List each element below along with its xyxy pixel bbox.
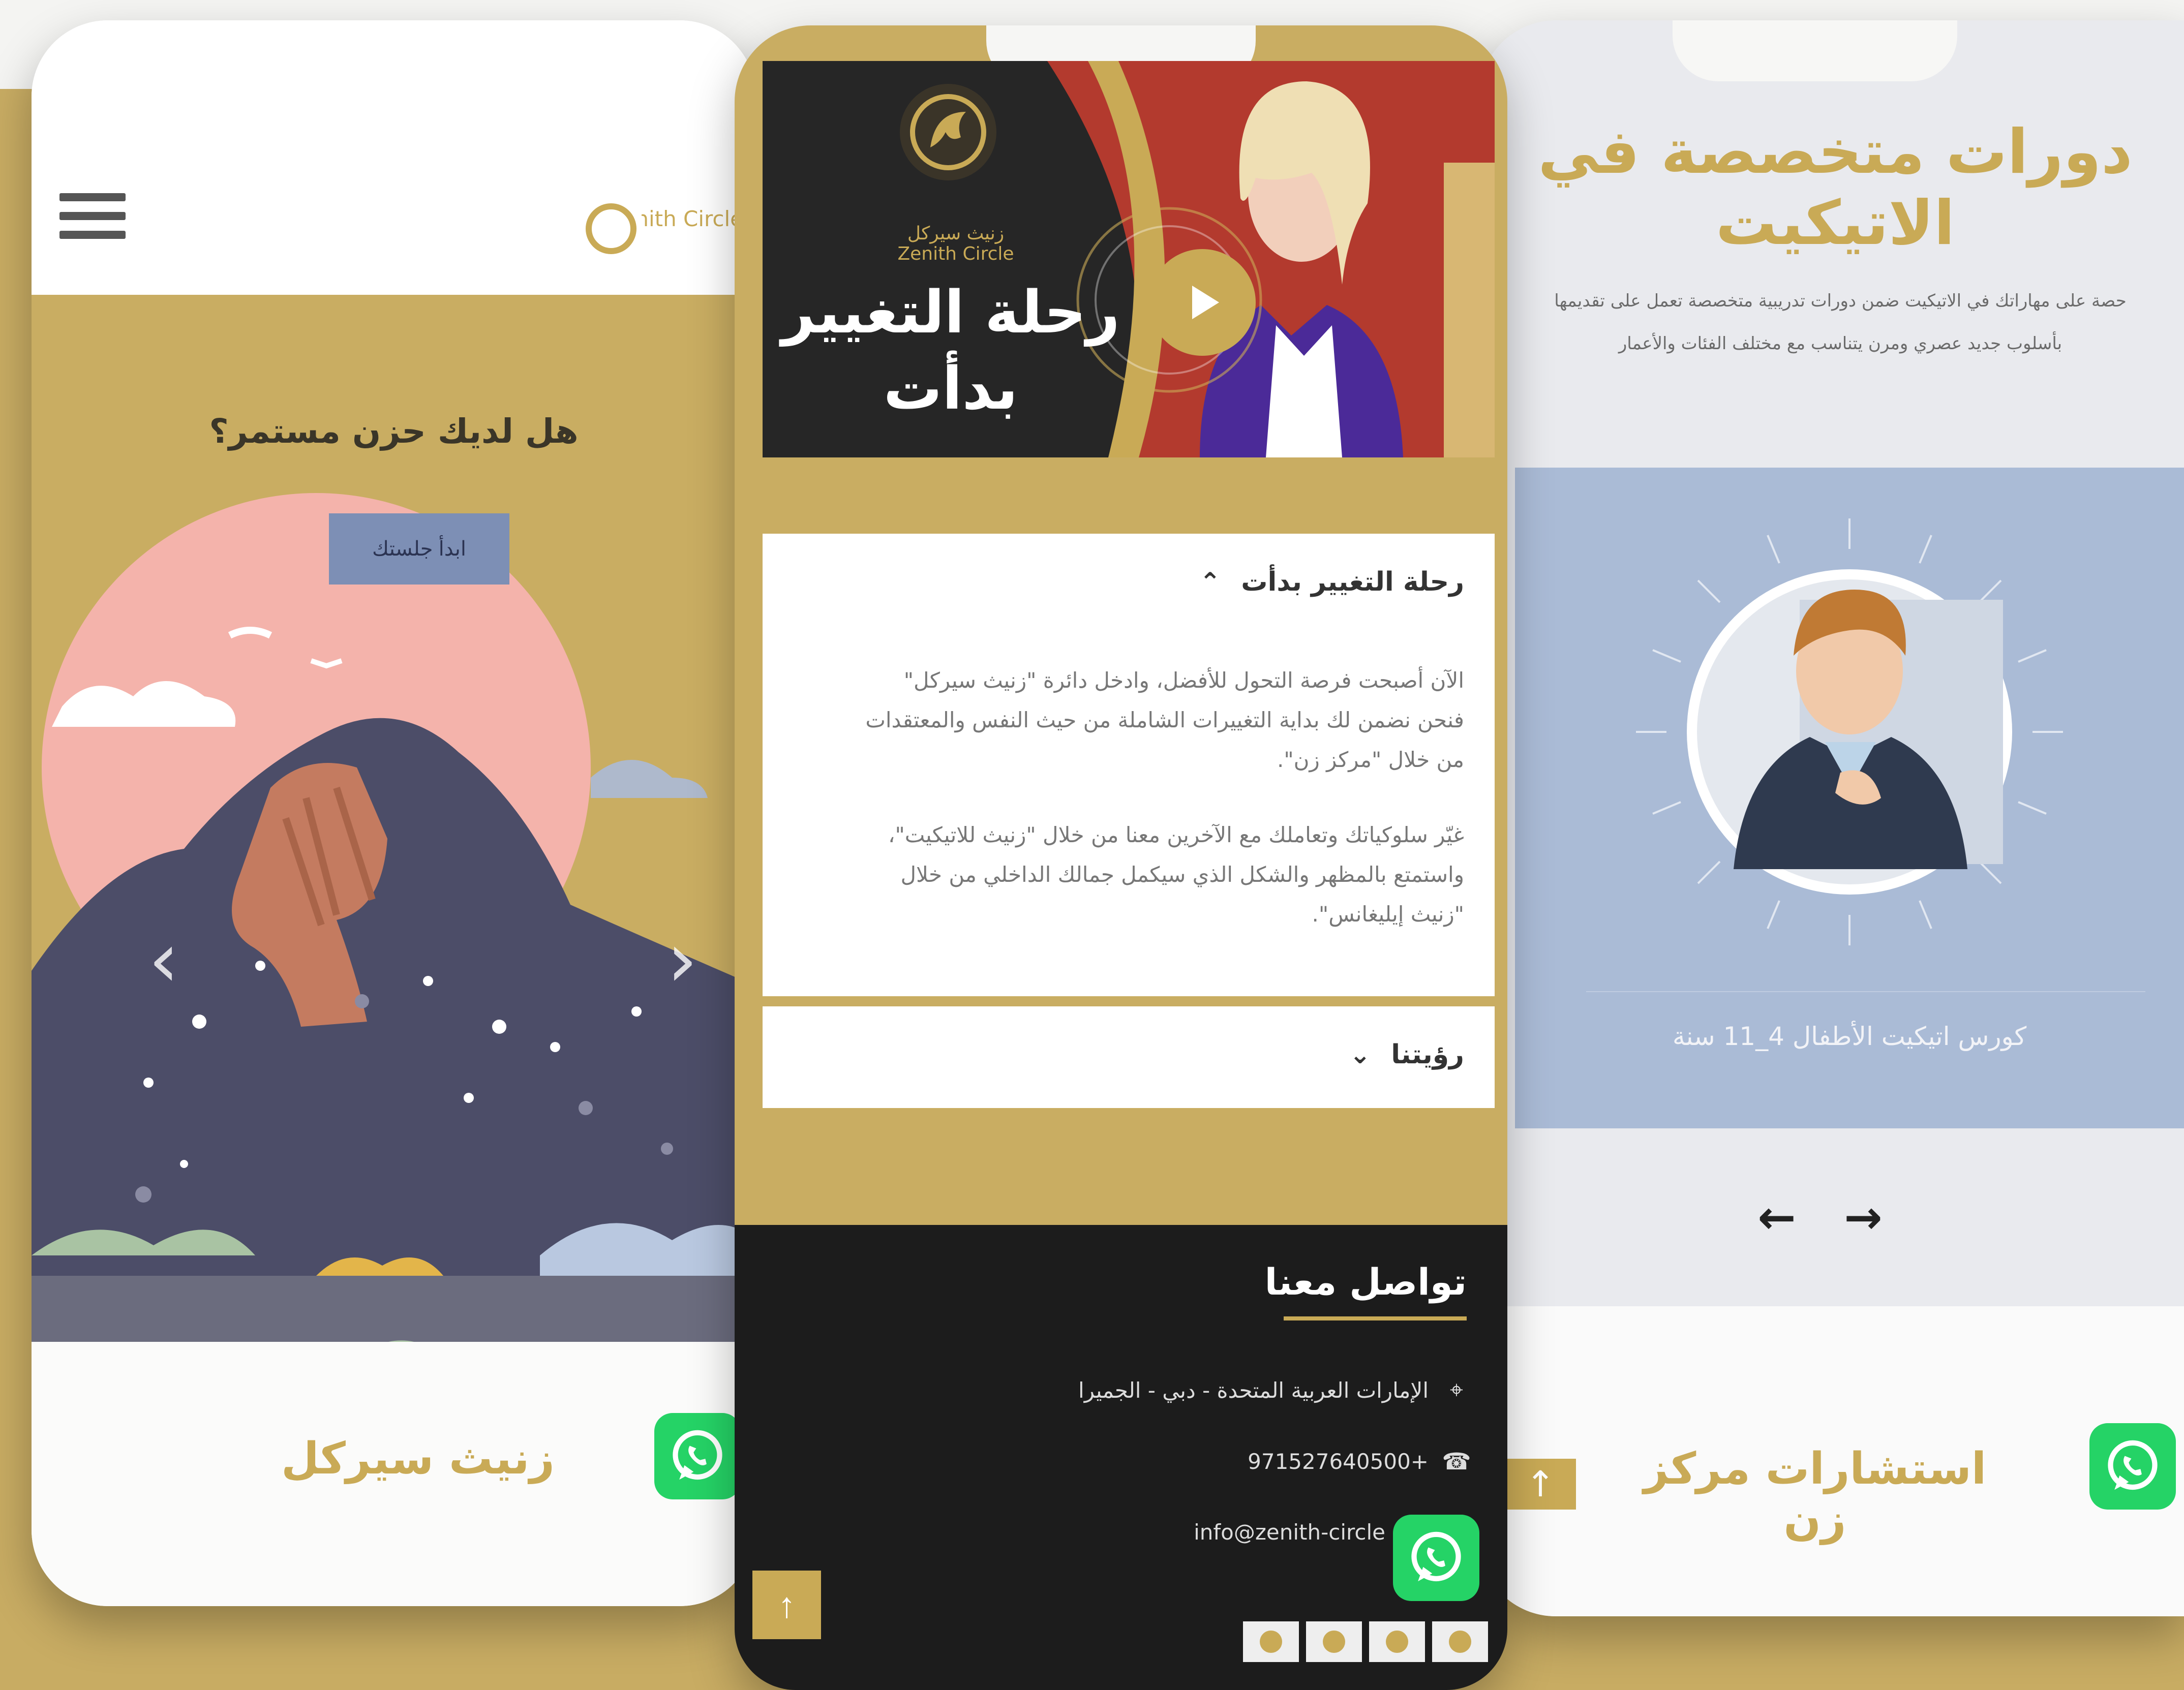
email-text: info@zenith-circle xyxy=(1194,1520,1385,1545)
whatsapp-icon xyxy=(1411,1531,1461,1582)
brand-label: استشارات مركز زن xyxy=(1643,1443,1987,1545)
social-icon xyxy=(1449,1631,1471,1653)
phone-right: دورات متخصصة في الاتيكيت حصة على مهاراتك… xyxy=(1479,20,2184,1616)
hero-question: هل لديك حزن مستمر؟ xyxy=(209,412,579,451)
social-icon xyxy=(1386,1631,1408,1653)
accordion-content: الآن أصبحت فرصة التحول للأفضل، وادخل دائ… xyxy=(864,661,1464,970)
description-line: بأسلوب جديد عصري ومرن يتناسب مع مختلف ال… xyxy=(1618,333,2062,354)
accordion-header[interactable]: رؤيتنا ⌄ xyxy=(1349,1039,1464,1070)
video-title: رحلة التغيير بدأت xyxy=(781,279,1120,423)
video-brand: زنيث سيركل Zenith Circle xyxy=(897,223,1014,264)
course-card[interactable]: كورس اتيكيت الأطفال 4_11 سنة xyxy=(1515,468,2184,1128)
scroll-top-button[interactable]: ↑ xyxy=(1505,1459,1576,1510)
slider-prev-button[interactable] xyxy=(133,981,194,1062)
phone-left: Zenith Circle ‹ › xyxy=(32,20,756,1606)
location-icon: ⌖ xyxy=(1450,1376,1463,1403)
sad-woman-illustration: ‹ › xyxy=(32,493,756,1342)
play-button[interactable] xyxy=(1149,249,1256,356)
logo-icon xyxy=(586,203,636,254)
course-name: كورس اتيكيت الأطفال 4_11 سنة xyxy=(1672,1022,2027,1051)
accordion-title: رؤيتنا xyxy=(1391,1039,1464,1070)
social-link[interactable] xyxy=(1306,1621,1362,1662)
social-link[interactable] xyxy=(1369,1621,1425,1662)
phone-notch xyxy=(1673,20,1957,81)
site-header: Zenith Circle xyxy=(32,20,756,274)
play-icon xyxy=(1192,286,1219,319)
contact-email[interactable]: info@zenith-circle xyxy=(1194,1520,1385,1545)
contact-footer: تواصل معنا ⌖ الإمارات العربية المتحدة - … xyxy=(735,1225,1507,1690)
arrow-up-icon: ↑ xyxy=(778,1585,796,1625)
menu-icon[interactable] xyxy=(59,193,126,239)
arrow-up-icon: ↑ xyxy=(1525,1463,1556,1505)
section-description: حصة على مهاراتك في الاتيكيت ضمن دورات تد… xyxy=(1500,280,2181,365)
footer-title: تواصل معنا xyxy=(1264,1261,1467,1303)
start-session-button[interactable]: ابدأ جلستك xyxy=(329,513,509,585)
slider-next-button[interactable] xyxy=(652,981,713,1062)
phone-icon: ☎ xyxy=(1442,1448,1471,1475)
arrow-right-icon[interactable]: → xyxy=(1835,1189,1891,1245)
scroll-top-button[interactable]: ↑ xyxy=(752,1571,821,1639)
whatsapp-button[interactable] xyxy=(2089,1423,2176,1510)
phone-middle: زنيث سيركل Zenith Circle رحلة التغيير بد… xyxy=(735,25,1507,1690)
whatsapp-icon xyxy=(2108,1440,2158,1490)
social-icon xyxy=(1260,1631,1282,1653)
accordion-item: رحلة التغيير بدأت ⌃ الآن أصبحت فرصة التح… xyxy=(763,534,1495,996)
chevron-up-icon: ⌃ xyxy=(1199,567,1221,597)
arrow-left-icon[interactable]: ← xyxy=(1749,1189,1805,1245)
accordion-title: رحلة التغيير بدأت xyxy=(1241,567,1464,597)
accordion-paragraph: غيّر سلوكياتك وتعاملك مع الآخرين معنا من… xyxy=(888,822,1464,927)
section-title: دورات متخصصة في الاتيكيت xyxy=(1538,117,2133,259)
social-icon xyxy=(1323,1631,1345,1653)
accordion-item[interactable]: رؤيتنا ⌄ xyxy=(763,1006,1495,1108)
contact-address: ⌖ الإمارات العربية المتحدة - دبي - الجمي… xyxy=(1078,1376,1469,1403)
accordion-header[interactable]: رحلة التغيير بدأت ⌃ xyxy=(1199,567,1464,597)
child-photo xyxy=(1636,518,2063,945)
social-link[interactable] xyxy=(1243,1621,1299,1662)
address-text: الإمارات العربية المتحدة - دبي - الجميرا xyxy=(1078,1377,1429,1403)
contact-phone[interactable]: ☎ +971527640500 xyxy=(1248,1448,1471,1475)
brand-section: ↑ استشارات مركز زن xyxy=(1479,1306,2184,1616)
phone-text: +971527640500 xyxy=(1248,1449,1429,1474)
description-line: حصة على مهاراتك في الاتيكيت ضمن دورات تد… xyxy=(1554,291,2127,311)
accordion-paragraph: الآن أصبحت فرصة التحول للأفضل، وادخل دائ… xyxy=(865,668,1464,772)
social-links xyxy=(1243,1621,1488,1662)
hero-slider: ‹ › هل لديك حزن مستمر؟ ابدأ جلستك xyxy=(32,295,756,1342)
logo-text: Zenith Circle xyxy=(642,207,743,231)
whatsapp-icon xyxy=(673,1430,722,1480)
video-player[interactable]: زنيث سيركل Zenith Circle رحلة التغيير بد… xyxy=(763,61,1495,457)
card-divider xyxy=(1586,991,2145,992)
footer-title-underline xyxy=(1284,1316,1467,1320)
brand-section: زنيث سيركل xyxy=(32,1342,756,1606)
chevron-down-icon: ⌄ xyxy=(1349,1040,1371,1069)
whatsapp-button[interactable] xyxy=(1393,1515,1479,1601)
brand-label: زنيث سيركل xyxy=(281,1433,555,1484)
social-link[interactable] xyxy=(1432,1621,1488,1662)
whatsapp-button[interactable] xyxy=(654,1413,741,1499)
